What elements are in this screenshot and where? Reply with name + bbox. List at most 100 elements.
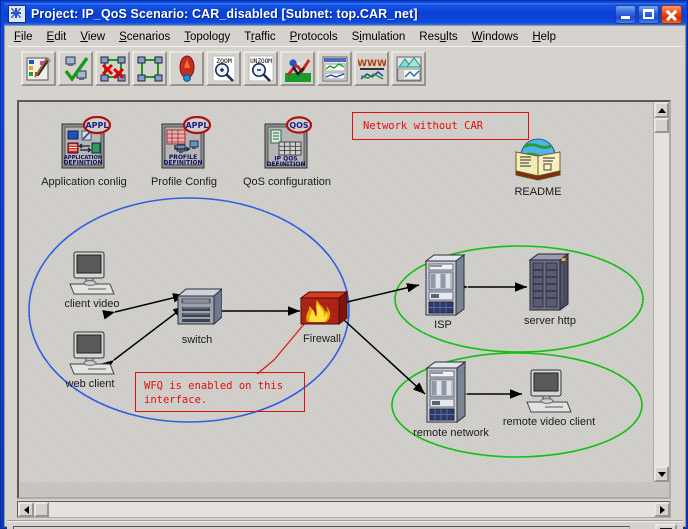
node-label-client-video: client video — [64, 298, 120, 310]
view-results-button[interactable] — [317, 51, 352, 86]
title-bar: Project: IP_QoS Scenario: CAR_disabled [… — [4, 3, 686, 25]
toolbar: ZOOM UNZOOM WWW — [7, 46, 683, 91]
router-icon — [425, 361, 467, 423]
return-parent-button[interactable] — [169, 51, 204, 86]
run-simulation-icon — [284, 58, 311, 82]
link-firewall-isp — [334, 283, 420, 310]
unzoom-icon: UNZOOM — [248, 55, 273, 82]
status-bar — [7, 520, 683, 529]
graph-panels-icon — [396, 56, 422, 81]
menu-item-file[interactable]: File — [7, 30, 40, 44]
menu-item-protocols[interactable]: Protocols — [283, 30, 345, 44]
scroll-up-button[interactable] — [654, 102, 669, 118]
failed-links-icon — [100, 56, 125, 81]
vertical-scrollbar-track[interactable] — [654, 102, 669, 482]
zoom-icon: ZOOM — [212, 55, 235, 82]
opnet-project-icon — [8, 5, 26, 23]
menu-item-traffic[interactable]: Traffic — [237, 30, 282, 44]
profile-definition-icon: PROFILE DEFINITION APPL — [161, 116, 212, 169]
menu-item-help[interactable]: Help — [525, 30, 563, 44]
horizontal-scrollbar-track[interactable] — [18, 502, 670, 517]
window-controls — [613, 4, 682, 24]
svg-text:DEFINITION: DEFINITION — [63, 160, 102, 167]
workstation-icon — [526, 369, 572, 413]
publish-web-button[interactable]: WWW — [354, 51, 389, 86]
chevron-up-icon — [657, 107, 666, 113]
svg-text:DEFINITION: DEFINITION — [163, 160, 202, 167]
annotation-wfq-line1: WFQ is enabled on this — [144, 380, 284, 392]
chevron-left-icon — [23, 505, 29, 514]
node-label-remote-video-client: remote video client — [502, 416, 596, 428]
svg-text:DEFINITION: DEFINITION — [266, 161, 305, 168]
annotation-wfq-line2: interface. — [144, 394, 208, 406]
node-label-profile-config: Profile Config — [150, 176, 218, 188]
window-client-area: File Edit View Scenarios Topology Traffi… — [4, 25, 686, 529]
check-link-icon — [64, 56, 88, 82]
zoom-button[interactable]: ZOOM — [206, 51, 241, 86]
menu-item-topology[interactable]: Topology — [177, 30, 237, 44]
node-label-qos-configuration: QoS configuration — [242, 176, 332, 188]
www-report-icon: WWW — [358, 59, 386, 80]
router-icon — [424, 254, 466, 316]
scroll-right-button[interactable] — [654, 502, 670, 517]
window-title: Project: IP_QoS Scenario: CAR_disabled [… — [31, 7, 418, 21]
node-label-readme: README — [514, 186, 562, 198]
node-label-switch: switch — [181, 334, 213, 346]
minimize-button[interactable] — [615, 4, 636, 24]
view-results-icon — [322, 56, 347, 81]
scroll-down-button[interactable] — [654, 466, 669, 482]
maximize-button[interactable] — [638, 4, 659, 24]
window-frame: Project: IP_QoS Scenario: CAR_disabled [… — [0, 0, 688, 529]
network-canvas-frame: APPLICATION DEFINITION APPL Application … — [17, 100, 671, 499]
menu-item-results[interactable]: Results — [412, 30, 464, 44]
svg-text:WWW: WWW — [358, 59, 386, 69]
node-label-web-client: web client — [65, 378, 115, 390]
node-label-application-config: Application conlig — [41, 176, 127, 188]
menu-item-simulation[interactable]: Simulation — [345, 30, 413, 44]
close-button[interactable] — [661, 4, 682, 24]
annotation-network-without-car: Network without CAR — [352, 112, 529, 140]
readme-globe-book-icon — [515, 138, 561, 181]
palette-icon — [26, 56, 51, 80]
recover-links-button[interactable] — [132, 51, 167, 86]
recover-links-icon — [137, 56, 162, 81]
node-label-firewall: Firewall — [303, 333, 341, 345]
unzoom-button[interactable]: UNZOOM — [243, 51, 278, 86]
menu-item-edit[interactable]: Edit — [40, 30, 74, 44]
menu-item-scenarios[interactable]: Scenarios — [112, 30, 177, 44]
node-label-server-http: server http — [524, 315, 576, 327]
menu-item-windows[interactable]: Windows — [465, 30, 526, 44]
horizontal-scrollbar[interactable] — [17, 501, 671, 518]
firewall-icon — [299, 291, 349, 325]
annotation-wfq: WFQ is enabled on this interface. — [135, 372, 305, 412]
network-canvas[interactable]: APPLICATION DEFINITION APPL Application … — [19, 102, 654, 482]
ip-qos-definition-icon: IP QOS DEFINITION QOS — [264, 116, 313, 169]
configure-sim-button[interactable] — [280, 51, 315, 86]
scroll-left-button[interactable] — [18, 502, 34, 517]
workstation-icon — [69, 251, 115, 295]
horizontal-scrollbar-thumb[interactable] — [34, 502, 49, 517]
check-links-button[interactable] — [58, 51, 93, 86]
switch-icon — [176, 288, 222, 326]
svg-text:APPL: APPL — [185, 121, 208, 130]
hide-show-graphs-button[interactable] — [391, 51, 426, 86]
vertical-scrollbar-thumb[interactable] — [654, 118, 669, 133]
menu-item-view[interactable]: View — [73, 30, 112, 44]
fail-links-button[interactable] — [95, 51, 130, 86]
application-definition-icon: APPLICATION DEFINITION APPL — [61, 116, 112, 169]
application-window: Project: IP_QoS Scenario: CAR_disabled [… — [0, 0, 688, 529]
chevron-down-icon — [657, 471, 666, 477]
node-label-remote-network: remote network — [413, 427, 489, 439]
svg-text:QOS: QOS — [289, 121, 309, 130]
menu-bar: File Edit View Scenarios Topology Traffi… — [7, 28, 683, 45]
vertical-scrollbar[interactable] — [653, 102, 669, 482]
parent-subnet-icon — [179, 55, 194, 82]
chevron-right-icon — [659, 505, 665, 514]
annotation-network-without-car-text: Network without CAR — [363, 120, 484, 132]
keypad-icon[interactable] — [655, 524, 677, 529]
svg-text:APPL: APPL — [85, 121, 108, 130]
node-label-isp: ISP — [434, 319, 452, 331]
server-icon — [528, 253, 570, 311]
open-palette-button[interactable] — [21, 51, 56, 86]
link-firewall-remote — [331, 308, 426, 395]
